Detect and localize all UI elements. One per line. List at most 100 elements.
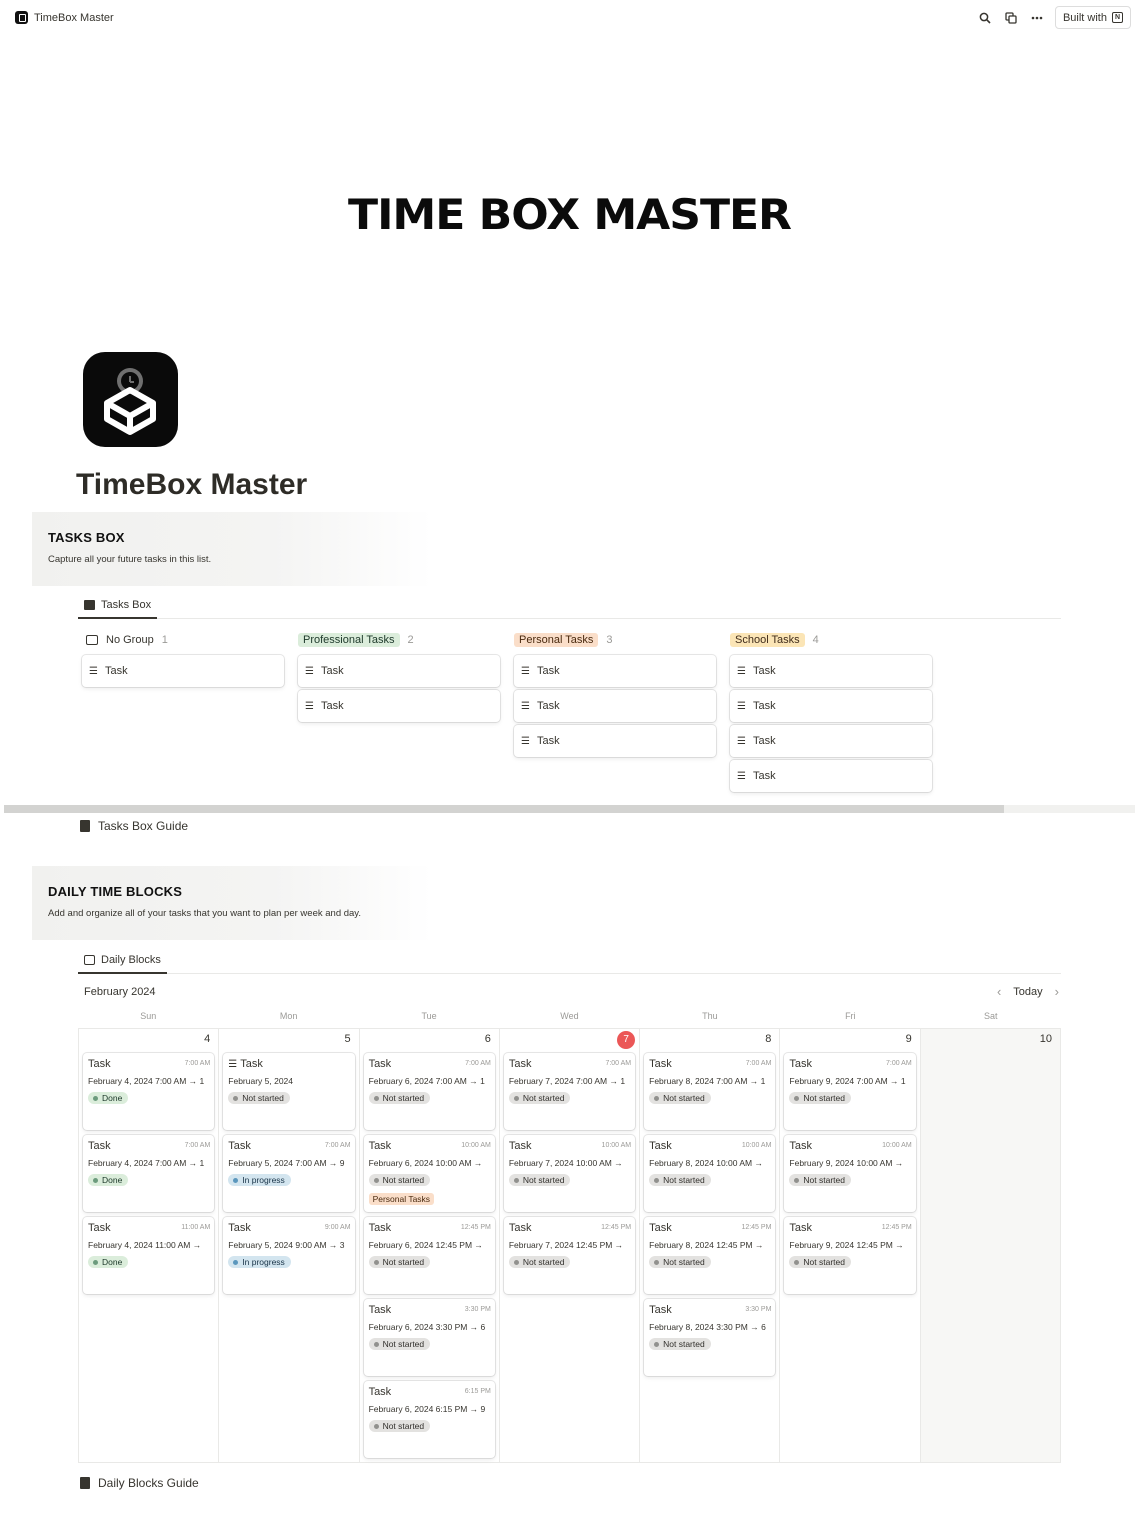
event-title: Task [649,1140,672,1152]
event-date-range: February 4, 2024 7:00 AM → 1 [88,1158,205,1168]
chevron-right-icon[interactable]: › [1055,984,1059,999]
calendar-day-cell[interactable]: 5 ☰ Task February 5, 2024 Not started Task 7:0… [219,1029,360,1462]
weekday-label: Fri [845,1011,856,1021]
book-icon [80,820,90,832]
task-card[interactable]: ☰ Task [298,690,500,722]
calendar-day-cell[interactable]: 8 Task 7:00 AM February 8, 2024 7:00 AM → 1… [640,1029,781,1462]
page-icon[interactable] [83,352,178,447]
task-card[interactable]: ☰ Task [730,655,932,687]
calendar-day-cell[interactable]: 9 Task 7:00 AM February 9, 2024 7:00 AM → 1… [780,1029,921,1462]
event-date-range: February 4, 2024 7:00 AM → 1 [88,1076,205,1086]
event-title: Task [88,1222,111,1234]
tasks-box-view-tabs: Tasks Box [78,593,1061,619]
column-header[interactable]: Personal Tasks 3 [514,630,716,650]
site-header[interactable]: TimeBox Master [15,11,114,24]
calendar-icon [84,955,95,965]
event-card[interactable]: Task 7:00 AM February 9, 2024 7:00 AM → 1 N… [784,1053,916,1130]
chevron-left-icon[interactable]: ‹ [997,984,1001,999]
status-label: Done [102,1175,123,1185]
task-card[interactable]: ☰ Task [82,655,284,687]
guide-label: Daily Blocks Guide [98,1476,199,1490]
event-card[interactable]: Task 10:00 AM February 8, 2024 10:00 AM → N… [644,1135,776,1212]
calendar-month-label: February 2024 [84,986,156,998]
task-card[interactable]: ☰ Task [730,760,932,792]
event-date-range: February 5, 2024 9:00 AM → 3 [228,1240,345,1250]
event-card[interactable]: Task 6:15 PM February 6, 2024 6:15 PM → 9 N… [363,1381,495,1458]
status-dot [373,1259,379,1265]
more-icon[interactable] [1029,10,1045,26]
top-bar: TimeBox Master Built with N [0,0,1139,36]
event-card[interactable]: Task 7:00 AM February 4, 2024 7:00 AM → 1 D… [83,1053,215,1130]
event-card[interactable]: Task 7:00 AM February 6, 2024 7:00 AM → 1 N… [363,1053,495,1130]
event-card[interactable]: Task 10:00 AM February 6, 2024 10:00 AM → N… [363,1135,495,1212]
column-header[interactable]: Professional Tasks 2 [298,630,500,650]
task-card[interactable]: ☰ Task [298,655,500,687]
task-card-title: Task [752,735,776,747]
scrollbar-thumb[interactable] [4,805,1004,813]
status-badge: In progress [228,1174,291,1186]
task-card[interactable]: ☰ Task [730,690,932,722]
task-card[interactable]: ☰ Task [514,725,716,757]
event-card[interactable]: Task 7:00 AM February 8, 2024 7:00 AM → 1 N… [644,1053,776,1130]
event-card[interactable]: Task 12:45 PM February 6, 2024 12:45 PM → N… [363,1217,495,1294]
status-label: Not started [382,1339,425,1349]
task-card[interactable]: ☰ Task [730,725,932,757]
task-card-title: Task [320,665,344,677]
task-card[interactable]: ☰ Task [514,655,716,687]
event-card[interactable]: Task 10:00 AM February 9, 2024 10:00 AM → N… [784,1135,916,1212]
event-card[interactable]: Task 3:30 PM February 6, 2024 3:30 PM → 6 N… [363,1299,495,1376]
event-card[interactable]: Task 11:00 AM February 4, 2024 11:00 AM → D… [83,1217,215,1294]
status-badge: Done [88,1256,129,1268]
event-card[interactable]: Task 7:00 AM February 4, 2024 7:00 AM → 1 D… [83,1135,215,1212]
event-time: 6:15 PM [464,1388,491,1395]
status-badge: Not started [508,1256,571,1268]
search-icon[interactable] [977,10,993,26]
card-list: ☰ Task [82,655,284,687]
checklist-icon: ☰ [737,735,746,747]
status-label: Done [102,1257,123,1267]
event-time: 7:00 AM [886,1060,912,1067]
event-list: Task 7:00 AM February 6, 2024 7:00 AM → 1 N… [363,1053,495,1458]
event-card[interactable]: Task 12:45 PM February 9, 2024 12:45 PM → N… [784,1217,916,1294]
event-title: Task [649,1304,672,1316]
event-title: Task [368,1140,392,1152]
status-label: Not started [382,1257,425,1267]
daily-blocks-guide-link[interactable]: Daily Blocks Guide [80,1476,199,1490]
tab-tasks-box[interactable]: Tasks Box [78,593,158,619]
event-card[interactable]: Task 9:00 AM February 5, 2024 9:00 AM → 3 I… [223,1217,355,1294]
board-column-school: School Tasks 4 ☰ Task ☰ Task ☰ Task ☰ Task [730,630,932,792]
event-date-range: February 9, 2024 10:00 AM → [789,1158,904,1168]
page-title: TimeBox Master [76,468,308,501]
calendar-day-cell[interactable]: 7 Task 7:00 AM February 7, 2024 7:00 AM → 1… [500,1029,641,1462]
built-with-button[interactable]: Built with N [1054,6,1131,29]
daily-blocks-heading: DAILY TIME BLOCKS [48,884,183,899]
column-header[interactable]: School Tasks 4 [730,630,932,650]
calendar-day-cell[interactable]: 6 Task 7:00 AM February 6, 2024 7:00 AM → 1… [360,1029,500,1462]
status-label: Not started [522,1257,565,1267]
event-date-range: February 9, 2024 7:00 AM → 1 [789,1076,906,1086]
column-header[interactable]: No Group 1 [82,630,284,650]
status-label: Not started [663,1339,705,1349]
event-title: Task [508,1140,532,1152]
duplicate-icon[interactable] [1003,10,1019,26]
event-date-range: February 6, 2024 10:00 AM → [368,1158,483,1168]
calendar-day-cell[interactable]: 4 Task 7:00 AM February 4, 2024 7:00 AM → 1… [79,1029,220,1462]
event-title: Task [789,1058,813,1070]
board-horizontal-scrollbar[interactable] [4,805,1135,813]
tab-daily-blocks[interactable]: Daily Blocks [78,948,167,974]
event-card[interactable]: Task 12:45 PM February 8, 2024 12:45 PM → N… [644,1217,776,1294]
event-time: 9:00 AM [324,1224,351,1231]
event-card[interactable]: ☰ Task February 5, 2024 Not started [223,1053,355,1130]
checklist-icon: ☰ [521,735,530,747]
tasks-box-guide-link[interactable]: Tasks Box Guide [80,819,188,833]
task-card[interactable]: ☰ Task [514,690,716,722]
event-card[interactable]: Task 12:45 PM February 7, 2024 12:45 PM → N… [503,1217,636,1294]
calendar-day-cell[interactable]: 10 [920,1029,1061,1462]
event-card[interactable]: Task 3:30 PM February 8, 2024 3:30 PM → 6 N… [644,1299,776,1376]
event-card[interactable]: Task 7:00 AM February 5, 2024 7:00 AM → 9 I… [223,1135,355,1212]
checklist-icon: ☰ [521,700,530,712]
event-card[interactable]: Task 7:00 AM February 7, 2024 7:00 AM → 1 N… [503,1053,636,1130]
event-time: 7:00 AM [184,1060,211,1067]
event-card[interactable]: Task 10:00 AM February 7, 2024 10:00 AM → N… [503,1135,636,1212]
today-button[interactable]: Today [1013,986,1042,998]
